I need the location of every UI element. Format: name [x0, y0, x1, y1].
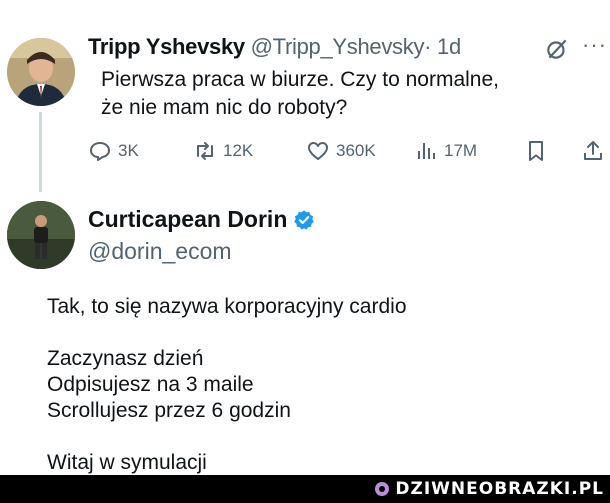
avatar-photo	[7, 38, 75, 106]
tweet-text: Pierwsza praca w biurze. Czy to normalne…	[101, 68, 499, 119]
watermark-bar: DZIWNEOBRAZKI.PL	[0, 475, 610, 503]
watermark: DZIWNEOBRAZKI.PL	[375, 478, 604, 500]
tweet-actions: 3K 12K 360K 17M	[88, 136, 610, 166]
verified-badge-icon[interactable]	[293, 209, 315, 231]
reply-author: Curticapean Dorin	[88, 206, 315, 233]
heart-icon	[308, 142, 328, 160]
repost-icon	[197, 142, 213, 160]
share-icon	[584, 141, 602, 160]
watermark-text: DZIWNEOBRAZKI.PL	[395, 479, 604, 499]
reply-line: Scrollujesz przez 6 godzin	[47, 399, 291, 422]
display-name[interactable]: Tripp Yshevsky	[88, 34, 245, 59]
handle[interactable]: @dorin_ecom	[88, 238, 232, 265]
reply-line: Witaj w symulacji	[47, 451, 207, 474]
display-name[interactable]: Curticapean Dorin	[88, 206, 287, 233]
reply-line: Odpisujesz na 3 maile	[47, 373, 254, 396]
more-icon[interactable]: ···	[582, 32, 607, 58]
avatar[interactable]	[7, 38, 75, 106]
reply-text: Tak, to się nazywa korporacyjny cardio Z…	[47, 294, 587, 476]
avatar-photo	[7, 201, 75, 269]
timestamp[interactable]: · 1d	[424, 34, 461, 59]
share-button[interactable]	[581, 136, 610, 166]
thread-line	[39, 112, 42, 192]
grok-icon[interactable]	[544, 36, 570, 62]
views-button[interactable]: 17M	[414, 136, 477, 166]
reply-line: Tak, to się nazywa korporacyjny cardio	[47, 295, 407, 318]
view-count: 17M	[444, 141, 478, 160]
repost-count: 12K	[223, 141, 254, 160]
bookmark-button[interactable]	[524, 136, 554, 166]
bookmark-icon	[529, 141, 543, 161]
site-logo-icon	[375, 482, 390, 496]
reply-avatar[interactable]	[7, 201, 75, 269]
like-count: 360K	[336, 141, 376, 160]
tweet-header: Tripp Yshevsky @Tripp_Yshevsky· 1d	[88, 34, 461, 60]
analytics-icon	[418, 143, 435, 159]
reply-count: 3K	[118, 141, 139, 160]
original-tweet: Tripp Yshevsky @Tripp_Yshevsky· 1d ··· P…	[0, 0, 610, 192]
like-button[interactable]: 360K	[306, 136, 376, 166]
handle[interactable]: @Tripp_Yshevsky	[251, 34, 425, 59]
repost-button[interactable]: 12K	[193, 136, 253, 166]
reply-icon	[90, 142, 110, 161]
reply-line: Zaczynasz dzień	[47, 347, 204, 370]
reply-button[interactable]: 3K	[88, 136, 139, 166]
